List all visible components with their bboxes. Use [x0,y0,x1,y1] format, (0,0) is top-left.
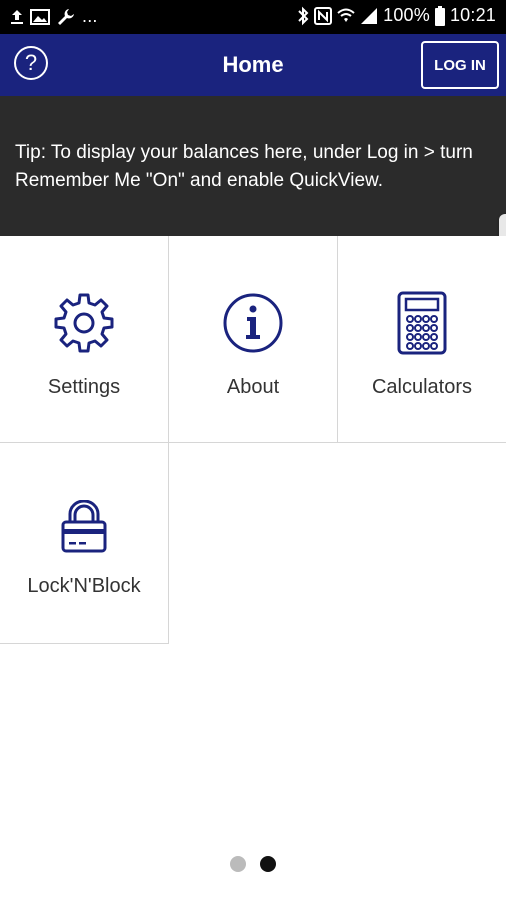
tile-label: Calculators [371,376,473,398]
lock-card-icon [60,499,108,559]
tile-about[interactable]: About [169,236,338,443]
page-dot-1[interactable] [230,856,246,872]
wifi-icon [337,7,355,25]
tile-settings[interactable]: Settings [0,236,169,443]
page-indicator [0,856,506,872]
nfc-icon [314,6,333,25]
status-right-icons: 100% 10:21 [297,5,496,26]
login-button[interactable]: LOG IN [421,41,499,89]
app-header: Home ? LOG IN [0,34,506,96]
help-icon: ? [24,50,38,75]
page-dot-2-active[interactable] [260,856,276,872]
tip-banner: Tip: To display your balances here, unde… [0,96,506,236]
tip-text: Tip: To display your balances here, unde… [15,142,473,191]
tile-calculators[interactable]: Calculators [338,236,506,443]
overflow-indicator: ... [82,6,98,26]
clock: 10:21 [449,5,496,25]
tile-label: Settings [47,376,121,398]
status-left-icons: ... [10,6,98,27]
status-bar: ... 100% 10:21 [0,0,506,34]
signal-icon [360,7,378,25]
tile-label: Lock'N'Block [27,575,141,597]
bluetooth-icon [297,6,309,26]
image-icon [30,8,50,26]
help-button[interactable]: ? [14,46,48,80]
upload-icon [10,8,24,26]
wrench-icon [56,7,76,27]
tile-label: About [226,376,280,398]
tile-lock-n-block[interactable]: Lock'N'Block [0,443,169,644]
battery-percent: 100% [383,5,430,25]
battery-icon [434,5,445,26]
gear-icon [53,292,115,359]
info-icon [222,292,284,359]
calculator-icon [397,291,447,360]
